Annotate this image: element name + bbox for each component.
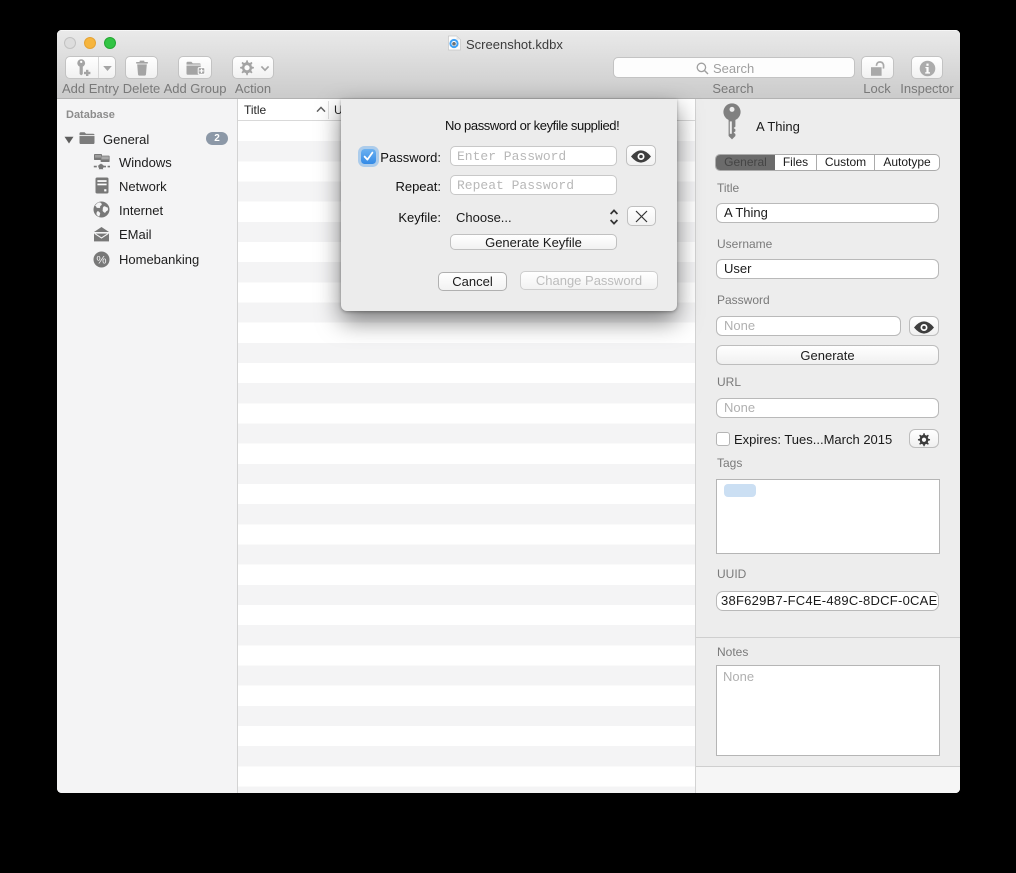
svg-text:%: %: [96, 255, 106, 267]
